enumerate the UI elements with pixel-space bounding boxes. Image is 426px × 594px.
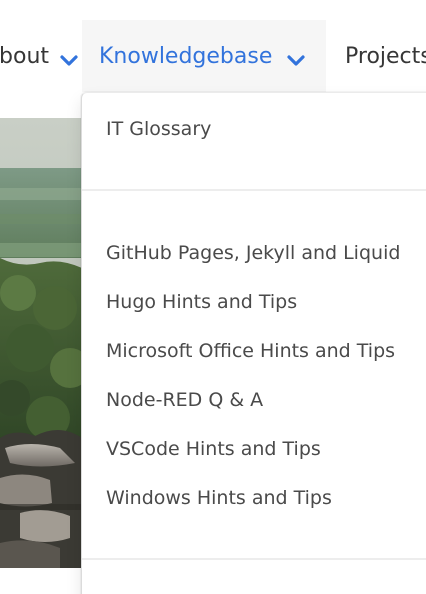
dropdown-item[interactable]: VSCode Hints and Tips bbox=[106, 438, 321, 460]
nav-item-label: Knowledgebase bbox=[99, 43, 273, 69]
nav-item-about[interactable]: About bbox=[0, 20, 81, 92]
nav-item-projects[interactable]: Projects bbox=[345, 20, 426, 92]
dropdown-item[interactable]: Node-RED Q & A bbox=[106, 389, 263, 411]
dropdown-item[interactable]: GitHub Pages, Jekyll and Liquid bbox=[106, 242, 400, 264]
dropdown-item[interactable]: Hugo Hints and Tips bbox=[106, 291, 297, 313]
nav-item-label: About bbox=[0, 43, 50, 69]
hero-image bbox=[0, 118, 82, 568]
navbar: About Knowledgebase Projects bbox=[0, 0, 426, 92]
dropdown-divider bbox=[82, 558, 426, 560]
dropdown-item[interactable]: Microsoft Office Hints and Tips bbox=[106, 340, 395, 362]
chevron-down-icon bbox=[59, 49, 79, 66]
nav-item-knowledgebase[interactable]: Knowledgebase bbox=[82, 20, 326, 92]
knowledgebase-dropdown: IT Glossary GitHub Pages, Jekyll and Liq… bbox=[81, 92, 426, 594]
dropdown-item-it-glossary[interactable]: IT Glossary bbox=[106, 118, 211, 140]
dropdown-item[interactable]: Windows Hints and Tips bbox=[106, 487, 332, 509]
nav-item-label: Projects bbox=[345, 43, 426, 69]
chevron-down-icon bbox=[286, 49, 306, 66]
dropdown-divider bbox=[82, 189, 426, 191]
page: About Knowledgebase Projects bbox=[0, 0, 426, 594]
